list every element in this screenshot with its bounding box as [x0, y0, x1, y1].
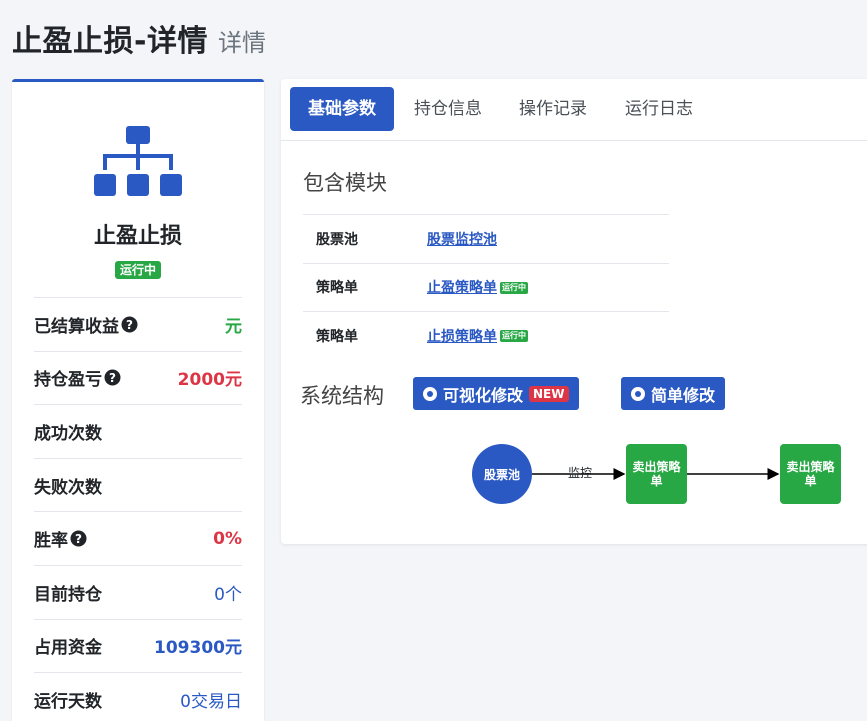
stat-label: 目前持仓 [34, 584, 102, 605]
flow-node-sell-order-1: 卖出策略单 [626, 444, 687, 504]
module-row: 策略单 止损策略单 运行中 [303, 311, 669, 360]
structure-flow-diagram: 股票池 监控 卖出策略单 卖出策略单 [471, 441, 867, 506]
stat-value: 0% [213, 528, 242, 549]
stat-value: 元 [225, 316, 242, 337]
tab-run-log[interactable]: 运行日志 [607, 87, 711, 131]
stat-row-position-pnl: 持仓盈亏 ? 2000元 [34, 350, 242, 405]
tab-operation-log[interactable]: 操作记录 [501, 87, 605, 131]
module-type: 股票池 [316, 231, 358, 248]
modules-section-title: 包含模块 [303, 171, 387, 195]
sitemap-icon [92, 124, 184, 198]
tab-positions[interactable]: 持仓信息 [396, 87, 500, 131]
simple-edit-button[interactable]: 简单修改 [621, 377, 726, 410]
module-link[interactable]: 止损策略单 [427, 329, 497, 345]
stat-label: 胜率 [34, 531, 68, 552]
page-header: 止盈止损-详情 详情 [12, 16, 266, 59]
svg-text:?: ? [126, 318, 133, 332]
question-circle-icon[interactable]: ? [70, 530, 87, 547]
stat-row-settled-profit: 已结算收益 ? 元 [34, 297, 242, 351]
flow-node-sell-order-2: 卖出策略单 [780, 444, 841, 504]
svg-text:?: ? [75, 532, 82, 546]
module-link[interactable]: 股票监控池 [427, 229, 497, 249]
stat-row-run-days: 运行天数 0交易日 [34, 672, 242, 721]
visual-edit-label: 可视化修改 [443, 385, 524, 405]
flow-node-stock-pool: 股票池 [472, 444, 532, 504]
stat-value: 2000元 [177, 370, 242, 391]
stat-row-win-rate: 胜率 ? 0% [34, 511, 242, 565]
radio-dot-icon [631, 386, 645, 401]
question-circle-icon[interactable]: ? [104, 369, 121, 386]
module-type: 策略单 [316, 328, 358, 345]
simple-edit-label: 简单修改 [651, 385, 716, 405]
stat-value: 109300元 [154, 638, 242, 659]
flow-edge-label: 监控 [568, 466, 593, 480]
stat-row-fail-count: 失败次数 [34, 457, 242, 512]
page-subtitle: 详情 [217, 29, 266, 57]
module-link[interactable]: 止盈策略单 [427, 280, 497, 296]
stat-label: 已结算收益 [34, 316, 119, 337]
module-status-badge: 运行中 [500, 330, 528, 343]
page-title: 止盈止损-详情 [12, 24, 208, 59]
new-badge: NEW [529, 385, 569, 402]
tab-basic-params[interactable]: 基础参数 [290, 87, 394, 131]
status-badge: 运行中 [114, 261, 161, 279]
stat-label: 失败次数 [34, 477, 102, 498]
tab-bar: 基础参数 持仓信息 操作记录 运行日志 [281, 79, 867, 141]
modules-table: 股票池 股票监控池 策略单 止盈策略单 运行中 策略单 止损策略单 运行中 [303, 214, 669, 360]
stat-value: 0个 [214, 584, 242, 605]
svg-text:?: ? [109, 371, 116, 385]
strategy-name: 止盈止损 [93, 224, 182, 249]
strategy-summary-card: 止盈止损 运行中 已结算收益 ? 元 持仓盈亏 ? 2000元 成功次数 失败次… [12, 79, 264, 721]
visual-edit-button[interactable]: 可视化修改 NEW [413, 377, 579, 410]
stat-label: 占用资金 [34, 638, 102, 659]
module-row: 策略单 止盈策略单 运行中 [303, 262, 669, 312]
stats-list: 已结算收益 ? 元 持仓盈亏 ? 2000元 成功次数 失败次数 胜率 ? 0%… [34, 297, 242, 721]
stat-row-capital-used: 占用资金 109300元 [34, 618, 242, 673]
stat-row-success-count: 成功次数 [34, 404, 242, 458]
detail-card: 基础参数 持仓信息 操作记录 运行日志 包含模块 股票池 股票监控池 策略单 止… [281, 79, 867, 544]
module-type: 策略单 [316, 280, 358, 297]
structure-section-title: 系统结构 [300, 384, 384, 408]
module-row: 股票池 股票监控池 [303, 214, 669, 263]
stat-row-holdings: 目前持仓 0个 [34, 564, 242, 619]
question-circle-icon[interactable]: ? [121, 316, 138, 333]
radio-dot-icon [423, 386, 437, 401]
stat-label: 持仓盈亏 [34, 370, 102, 391]
stat-value: 0交易日 [180, 691, 242, 712]
module-status-badge: 运行中 [500, 281, 528, 294]
stat-label: 运行天数 [34, 691, 102, 712]
stat-label: 成功次数 [34, 423, 102, 444]
